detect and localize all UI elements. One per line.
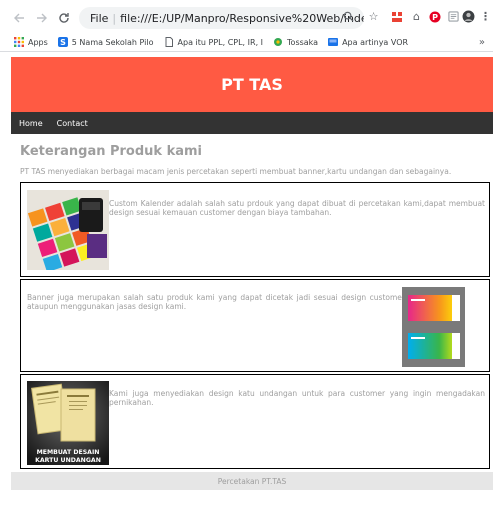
- pinterest-icon[interactable]: P: [428, 10, 441, 23]
- product-description: Banner juga merupakan salah satu produk …: [27, 293, 405, 311]
- url-text: file:///E:/UP/Manpro/Responsive%20Web/in…: [120, 11, 364, 25]
- product-description: Kami juga menyediakan design katu undang…: [109, 389, 485, 407]
- site-footer: Percetakan PT.TAS: [11, 472, 493, 490]
- site-icon: [328, 38, 339, 46]
- extension-grey-icon[interactable]: [447, 10, 460, 23]
- extension-red-icon[interactable]: [390, 10, 403, 23]
- svg-text:P: P: [432, 13, 438, 22]
- menu-kebab-icon[interactable]: ⋮: [479, 10, 492, 23]
- site-icon: [274, 38, 283, 46]
- site-icon: S: [57, 37, 68, 47]
- address-bar[interactable]: File | file:///E:/UP/Manpro/Responsive%2…: [79, 7, 364, 29]
- product-card: MEMBUAT DESAIN KARTU UNDANGAN Kami juga …: [20, 374, 490, 469]
- bookmark-label: Apa itu PPL, CPL, IR, I: [177, 37, 264, 47]
- bookmark-label: 5 Nama Sekolah Pilo: [71, 37, 154, 47]
- bookmark-item[interactable]: Apa artinya VOR: [328, 37, 408, 47]
- calendar-product-image: [27, 190, 109, 270]
- intro-text: PT TAS menyediakan berbagai macam jenis …: [20, 167, 452, 176]
- arrow-right-icon: [37, 13, 47, 23]
- bookmark-label: Tossaka: [287, 37, 319, 47]
- product-card: Banner juga merupakan salah satu produk …: [20, 279, 490, 372]
- home-icon[interactable]: ⌂: [410, 10, 423, 23]
- nav-contact-link[interactable]: Contact: [57, 119, 88, 128]
- site-header: PT TAS: [11, 57, 493, 112]
- site-nav: Home Contact: [11, 112, 493, 134]
- bookmark-star-icon[interactable]: ☆: [367, 10, 380, 23]
- bookmark-item[interactable]: Apa itu PPL, CPL, IR, I: [164, 37, 263, 47]
- nav-home-link[interactable]: Home: [19, 119, 43, 128]
- bookmark-apps[interactable]: Apps: [14, 37, 48, 47]
- browser-toolbar: File | file:///E:/UP/Manpro/Responsive%2…: [0, 0, 493, 33]
- product-card: Custom Kalender adalah salah satu prdouk…: [20, 182, 490, 277]
- site-brand: PT TAS: [221, 75, 283, 94]
- apps-grid-icon: [14, 37, 24, 47]
- svg-text:S: S: [60, 38, 66, 47]
- banner-product-image: [402, 287, 465, 367]
- svg-text:KARTU UNDANGAN: KARTU UNDANGAN: [35, 457, 101, 464]
- zoom-search-icon[interactable]: [342, 10, 355, 23]
- bookmarks-overflow-button[interactable]: »: [479, 37, 485, 48]
- back-button[interactable]: [10, 9, 28, 27]
- reload-icon: [59, 13, 69, 23]
- reload-button[interactable]: [55, 9, 73, 27]
- profile-avatar[interactable]: [462, 10, 475, 23]
- page-title: Keterangan Produk kami: [20, 144, 203, 159]
- bookmark-label: Apa artinya VOR: [342, 37, 409, 47]
- arrow-left-icon: [14, 13, 24, 23]
- invitation-product-image: MEMBUAT DESAIN KARTU UNDANGAN: [27, 381, 109, 465]
- url-separator: |: [112, 11, 117, 25]
- footer-text: Percetakan PT.TAS: [217, 476, 287, 486]
- forward-button[interactable]: [33, 9, 51, 27]
- url-scheme-label: File: [90, 11, 109, 25]
- bookmark-item[interactable]: Tossaka: [273, 37, 318, 47]
- page-icon: [165, 37, 173, 47]
- product-description: Custom Kalender adalah salah satu prdouk…: [109, 199, 485, 217]
- bookmark-label: Apps: [28, 37, 48, 47]
- svg-text:MEMBUAT DESAIN: MEMBUAT DESAIN: [37, 449, 100, 456]
- bookmarks-bar: Apps S 5 Nama Sekolah Pilo Apa itu PPL, …: [0, 33, 493, 52]
- bookmark-item[interactable]: S 5 Nama Sekolah Pilo: [57, 37, 154, 47]
